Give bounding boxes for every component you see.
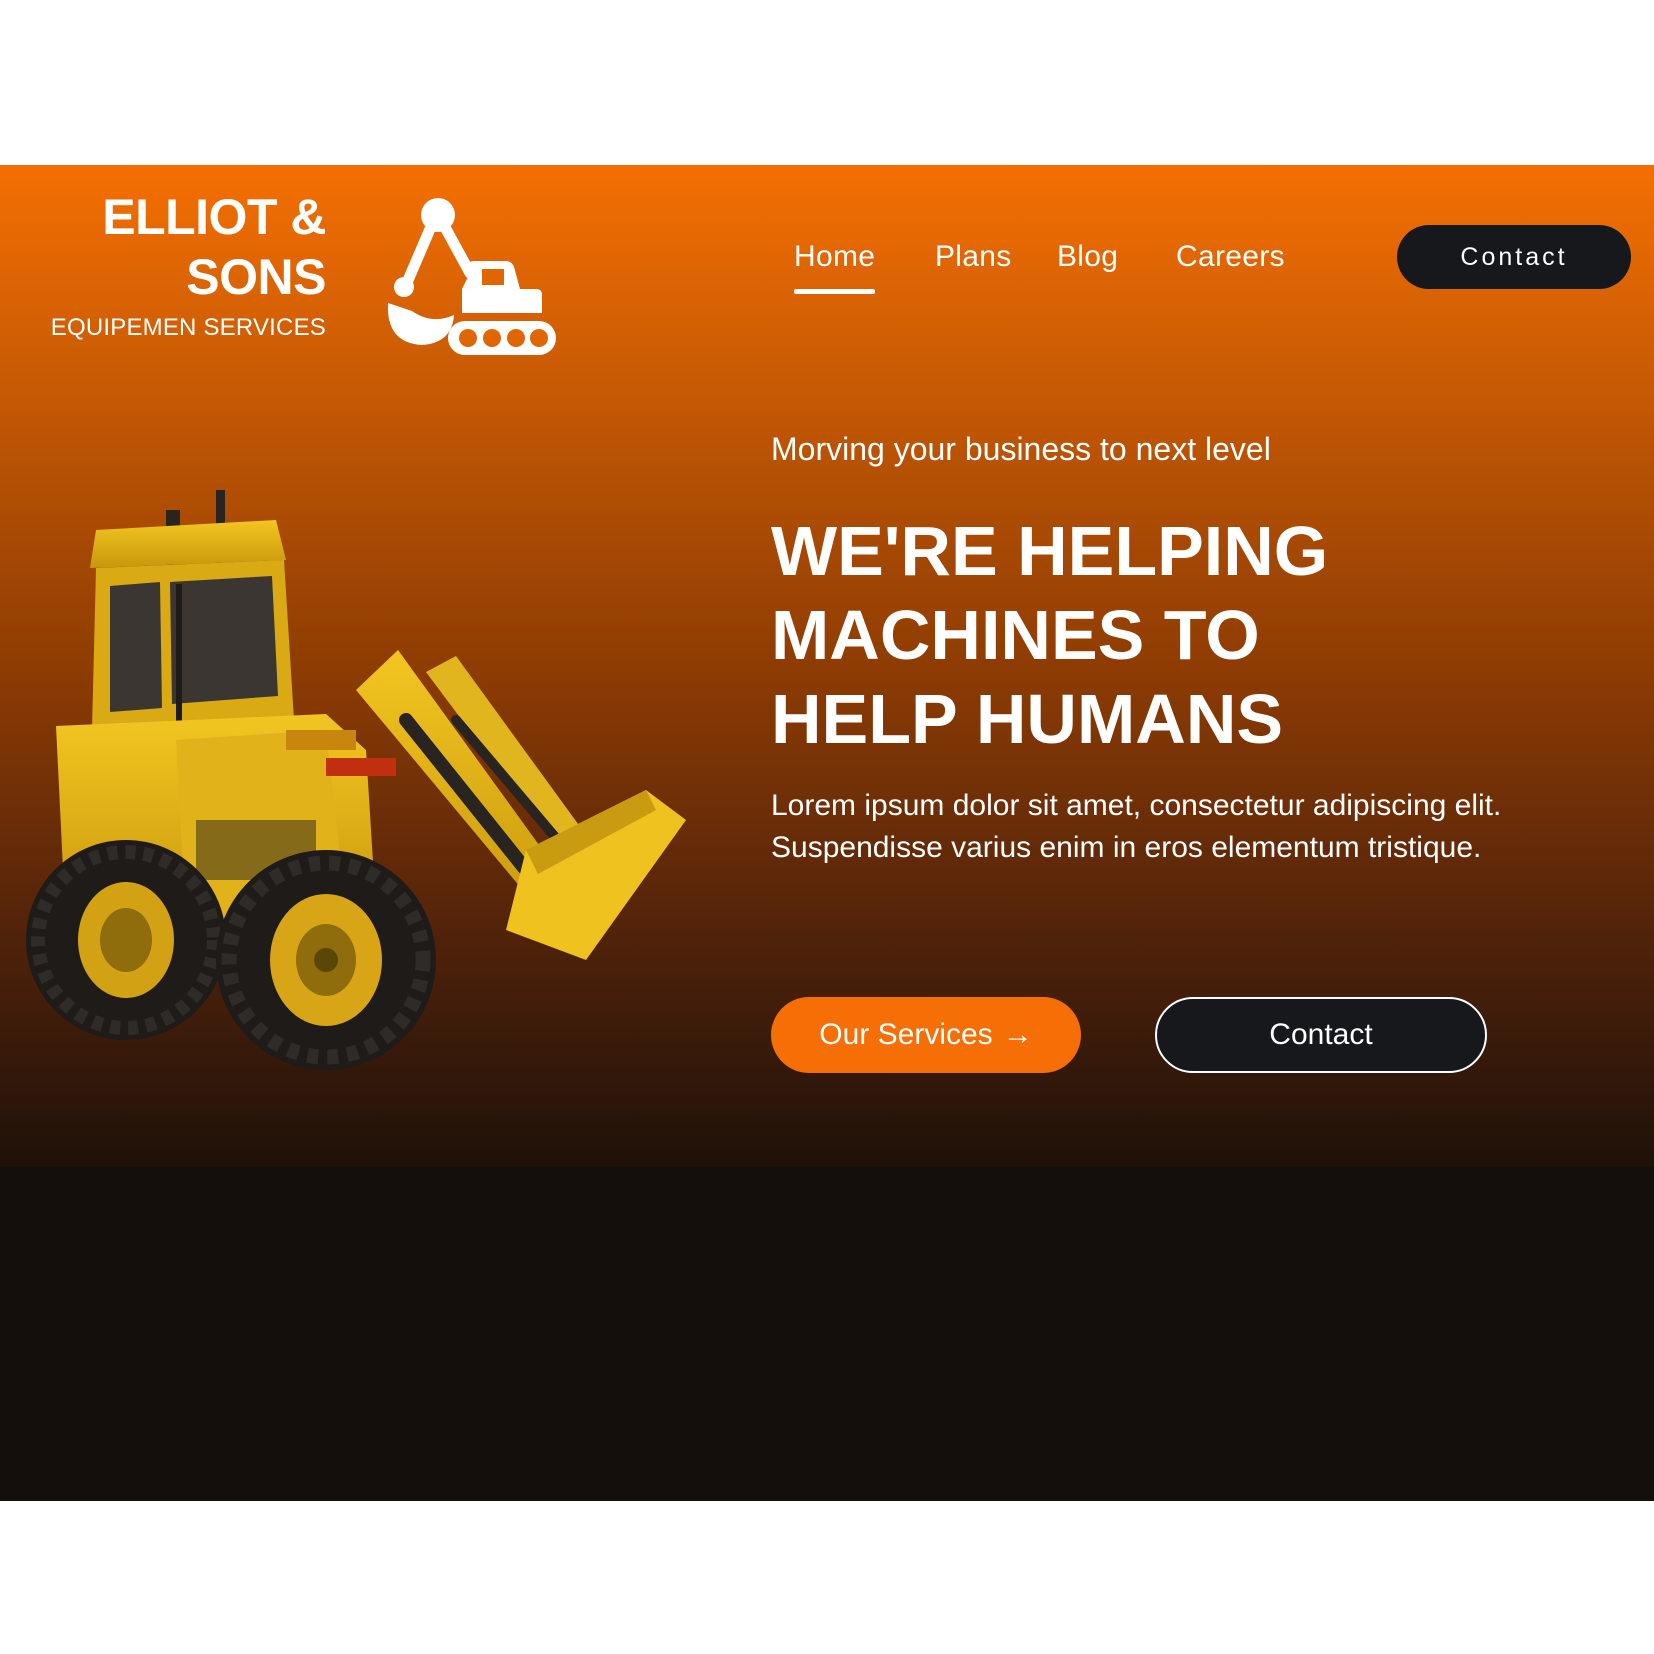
nav-item-plans[interactable]: Plans (935, 237, 1012, 277)
hero-headline: WE'RE HELPING MACHINES TO HELP HUMANS (771, 509, 1591, 761)
header-contact-button[interactable]: Contact (1397, 225, 1631, 289)
wheel-loader-image (26, 490, 686, 1070)
headline-line-2: MACHINES TO (771, 596, 1260, 674)
nav-item-home[interactable]: Home (794, 237, 876, 294)
nav-item-careers[interactable]: Careers (1176, 237, 1285, 277)
headline-line-1: WE'RE HELPING (771, 512, 1329, 590)
dark-section (0, 1167, 1654, 1501)
nav-item-blog[interactable]: Blog (1057, 237, 1118, 277)
our-services-button[interactable]: Our Services → (771, 997, 1081, 1073)
hero-eyebrow: Morving your business to next level (771, 431, 1271, 467)
hero-contact-button[interactable]: Contact (1155, 997, 1487, 1073)
hero-section: ELLIOT & SONS EQUIPEMEN SERVICES Home Pl… (0, 165, 1654, 1167)
brand-subtitle: EQUIPEMEN SERVICES (50, 314, 326, 341)
arrow-right-icon: → (1002, 1018, 1033, 1051)
hero-body: Lorem ipsum dolor sit amet, consectetur … (771, 789, 1502, 864)
headline-line-3: HELP HUMANS (771, 680, 1284, 758)
our-services-label: Our Services (819, 1018, 993, 1051)
